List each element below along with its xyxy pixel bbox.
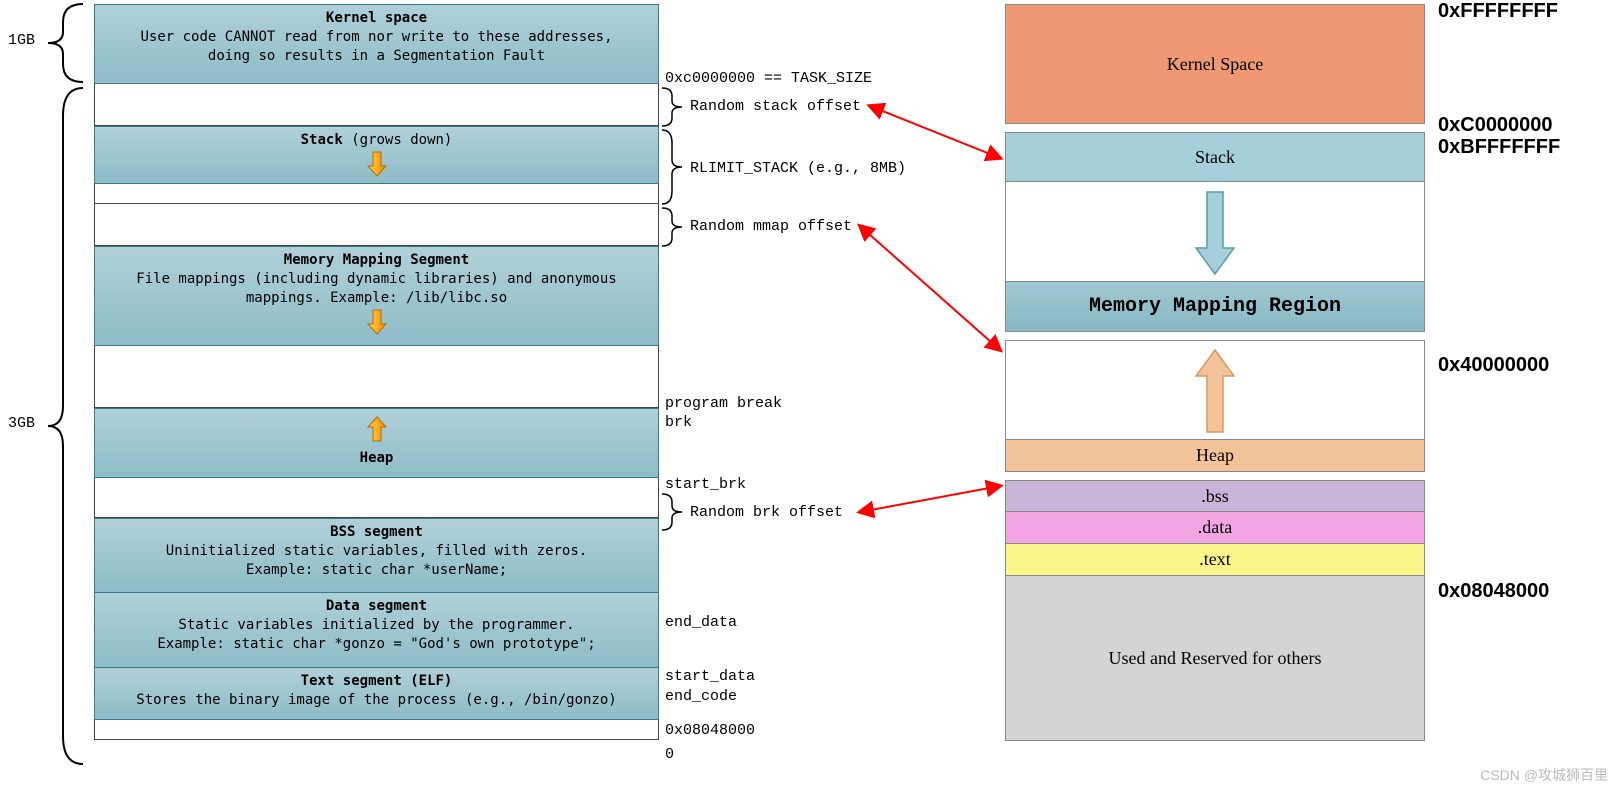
data-desc2: Example: static char *gonzo = "God's own…	[103, 635, 650, 654]
heap-title: Heap	[360, 450, 394, 466]
brace-random-mmap-icon	[660, 206, 690, 248]
r-gap-stack	[1005, 182, 1425, 282]
r-gap-heap	[1005, 340, 1425, 440]
kernel-desc2: doing so results in a Segmentation Fault	[103, 47, 650, 66]
bss-desc2: Example: static char *userName;	[103, 561, 650, 580]
mmap-title: Memory Mapping Segment	[103, 251, 650, 270]
stack-growth: (grows down)	[343, 132, 453, 148]
label-start-brk: start_brk	[665, 476, 746, 493]
arrow-down-icon	[366, 308, 388, 336]
r-reserved: Used and Reserved for others	[1005, 576, 1425, 741]
segment-text: Text segment (ELF) Stores the binary ima…	[94, 668, 659, 720]
label-08048000: 0x08048000	[665, 722, 755, 739]
segment-stack: Stack (grows down)	[94, 126, 659, 184]
label-brk: brk	[665, 414, 692, 431]
brace-random-stack-icon	[660, 86, 690, 128]
addr-40000000: 0x40000000	[1438, 354, 1549, 377]
gap-stack-bottom	[94, 184, 659, 204]
addr-c0000000: 0xC0000000	[1438, 114, 1553, 137]
kernel-title: Kernel space	[103, 9, 650, 28]
arrow-up-orange-icon	[1192, 348, 1238, 436]
bss-title: BSS segment	[103, 523, 650, 542]
stack-title: Stack	[301, 132, 343, 148]
label-task-size: 0xc0000000 == TASK_SIZE	[665, 70, 872, 87]
label-program-break: program break	[665, 395, 782, 412]
label-random-stack: Random stack offset	[690, 98, 861, 115]
label-end-data: end_data	[665, 614, 737, 631]
gap-random-stack	[94, 84, 659, 126]
segment-bss: BSS segment Uninitialized static variabl…	[94, 518, 659, 593]
segment-heap: Heap	[94, 408, 659, 478]
brace-3gb-icon	[38, 86, 93, 766]
left-memory-map: Kernel space User code CANNOT read from …	[94, 4, 659, 740]
segment-data: Data segment Static variables initialize…	[94, 593, 659, 668]
mmap-desc2: mappings. Example: /lib/libc.so	[103, 289, 650, 308]
arrow-up-icon	[366, 415, 388, 443]
label-3gb: 3GB	[8, 415, 35, 432]
label-start-data: start_data	[665, 668, 755, 685]
data-title: Data segment	[103, 597, 650, 616]
segment-mmap: Memory Mapping Segment File mappings (in…	[94, 246, 659, 346]
right-memory-map: Kernel Space Stack Memory Mapping Region…	[1005, 4, 1425, 741]
r-heap: Heap	[1005, 440, 1425, 472]
r-bss: .bss	[1005, 480, 1425, 512]
gap-zero	[94, 720, 659, 740]
brace-1gb-icon	[38, 2, 93, 84]
gap-random-mmap	[94, 204, 659, 246]
addr-ffffffff: 0xFFFFFFFF	[1438, 0, 1558, 23]
addr-08048000: 0x08048000	[1438, 580, 1549, 603]
r-data: .data	[1005, 512, 1425, 544]
addr-bfffffff: 0xBFFFFFFF	[1438, 136, 1560, 159]
segment-kernel: Kernel space User code CANNOT read from …	[94, 4, 659, 84]
mmap-desc1: File mappings (including dynamic librari…	[103, 270, 650, 289]
text-title: Text segment (ELF)	[103, 672, 650, 691]
gap-heap-above	[94, 346, 659, 408]
label-random-brk: Random brk offset	[690, 504, 843, 521]
r-text: .text	[1005, 544, 1425, 576]
watermark: CSDN @攻城狮百里	[1480, 765, 1608, 785]
bss-desc1: Uninitialized static variables, filled w…	[103, 542, 650, 561]
brace-rlimit-icon	[660, 128, 690, 206]
arrow-down-icon	[366, 150, 388, 178]
kernel-desc1: User code CANNOT read from nor write to …	[103, 28, 650, 47]
r-kernel: Kernel Space	[1005, 4, 1425, 124]
label-rlimit: RLIMIT_STACK (e.g., 8MB)	[690, 160, 906, 177]
label-1gb: 1GB	[8, 32, 35, 49]
arrow-down-blue-icon	[1192, 190, 1238, 278]
data-desc1: Static variables initialized by the prog…	[103, 616, 650, 635]
brace-random-brk-icon	[660, 492, 690, 532]
gap-random-brk	[94, 478, 659, 518]
label-end-code: end_code	[665, 688, 737, 705]
label-random-mmap: Random mmap offset	[690, 218, 852, 235]
label-zero: 0	[665, 746, 674, 763]
text-desc1: Stores the binary image of the process (…	[103, 691, 650, 710]
r-stack: Stack	[1005, 132, 1425, 182]
r-mmap: Memory Mapping Region	[1005, 282, 1425, 332]
